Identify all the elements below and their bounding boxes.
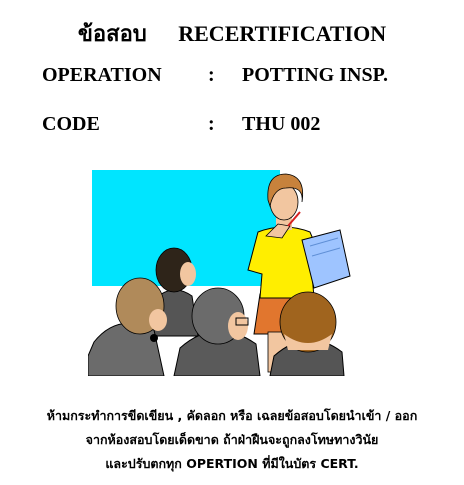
notice-line-1: ห้ามกระทำการขีดเขียน , คัดลอก หรือ เฉลยข… (46, 408, 418, 423)
operation-value: POTTING INSP. (242, 64, 388, 86)
code-label: CODE (42, 113, 100, 135)
exam-rules-notice: ห้ามกระทำการขีดเขียน , คัดลอก หรือ เฉลยข… (0, 404, 464, 476)
operation-label: OPERATION (42, 64, 162, 86)
notice-line-2: จากห้องสอบโดยเด็ดขาด ถ้าฝ่าฝืนจะถูกลงโทษ… (85, 432, 379, 447)
title-thai: ข้อสอบ (77, 21, 147, 46)
page-title: ข้อสอบ RECERTIFICATION (0, 16, 464, 51)
operation-separator: : (208, 64, 215, 86)
presentation-illustration (87, 170, 351, 377)
code-value: THU 002 (242, 113, 321, 135)
code-separator: : (208, 113, 215, 135)
presenter-with-audience-clipart (87, 166, 368, 377)
title-english: RECERTIFICATION (178, 21, 387, 46)
notice-line-3: และปรับตกทุก OPERTION ที่มีในบัตร CERT. (105, 456, 359, 471)
audience-member-2 (87, 277, 167, 377)
